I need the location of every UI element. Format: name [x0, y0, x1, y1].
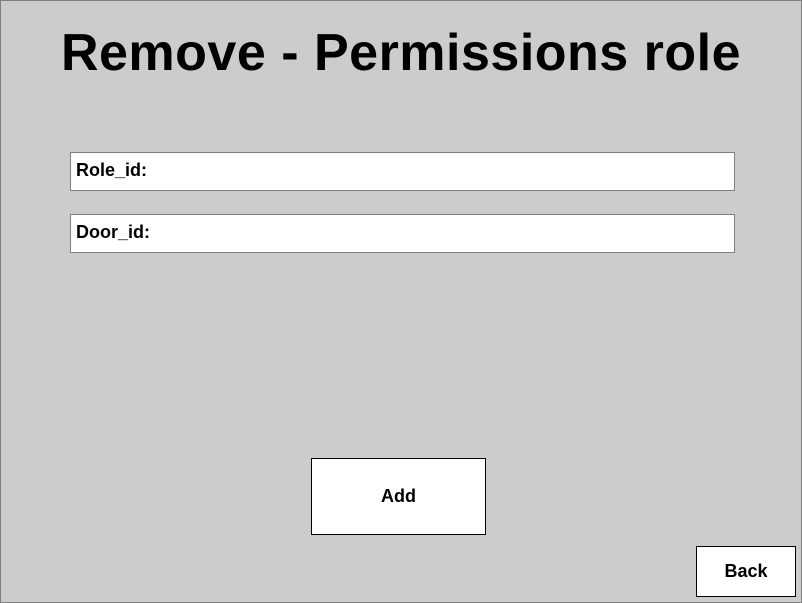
back-button[interactable]: Back	[696, 546, 796, 597]
add-button[interactable]: Add	[311, 458, 486, 535]
door-id-label: Door_id:	[76, 222, 150, 242]
door-id-field[interactable]: Door_id:	[70, 214, 735, 253]
role-id-input[interactable]	[161, 153, 734, 190]
page-title: Remove - Permissions role	[60, 24, 742, 82]
door-id-input[interactable]	[161, 215, 734, 252]
remove-permissions-role-screen: Remove - Permissions role Role_id: Door_…	[0, 0, 802, 603]
role-id-label: Role_id:	[76, 160, 148, 180]
role-id-field[interactable]: Role_id:	[70, 152, 735, 191]
